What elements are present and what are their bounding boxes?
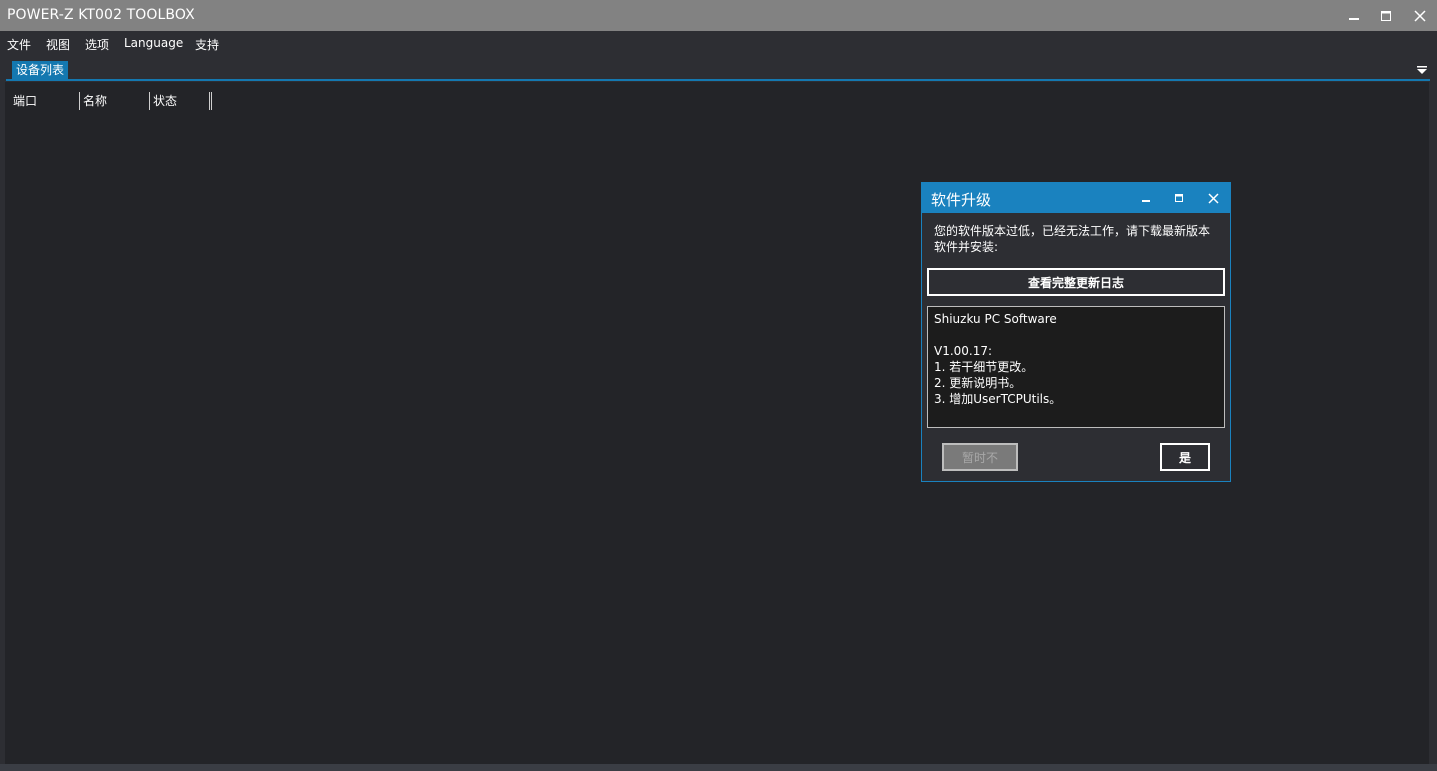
upgrade-dialog: 软件升级 您的软件版本过低，已经无法工作，请下载最新版本软件并安装: 查看完整更… bbox=[921, 182, 1231, 482]
column-separator[interactable] bbox=[149, 92, 150, 110]
menu-file[interactable]: 文件 bbox=[7, 36, 31, 53]
minimize-button[interactable] bbox=[1337, 0, 1371, 31]
maximize-icon bbox=[1381, 10, 1391, 21]
column-separator[interactable] bbox=[211, 92, 212, 110]
release-notes-line: 3. 增加UserTCPUtils。 bbox=[934, 392, 1062, 406]
dialog-title: 软件升级 bbox=[931, 191, 992, 209]
yes-button[interactable]: 是 bbox=[1160, 443, 1210, 471]
column-header-name[interactable]: 名称 bbox=[83, 92, 107, 110]
dropdown-menu-icon[interactable] bbox=[1416, 64, 1428, 76]
tab-underline bbox=[6, 79, 1430, 81]
status-strip bbox=[0, 764, 1437, 771]
release-notes-line: 1. 若干细节更改。 bbox=[934, 360, 1034, 374]
column-header-port[interactable]: 端口 bbox=[13, 92, 37, 110]
column-separator[interactable] bbox=[79, 92, 80, 110]
window-title: POWER-Z KT002 TOOLBOX bbox=[7, 7, 195, 23]
tab-device-list[interactable]: 设备列表 bbox=[12, 61, 69, 79]
close-button[interactable] bbox=[1403, 0, 1437, 31]
minimize-icon bbox=[1349, 17, 1359, 20]
close-icon bbox=[1414, 9, 1426, 22]
column-separator[interactable] bbox=[209, 92, 210, 110]
release-notes-line: Shiuzku PC Software bbox=[934, 312, 1057, 326]
not-now-button[interactable]: 暂时不 bbox=[942, 443, 1018, 471]
menu-bar: 文件 视图 选项 Language 支持 bbox=[0, 31, 1437, 57]
column-header-status[interactable]: 状态 bbox=[153, 92, 177, 110]
title-bar[interactable]: POWER-Z KT002 TOOLBOX bbox=[0, 0, 1437, 31]
release-notes-box[interactable]: Shiuzku PC Software V1.00.17: 1. 若干细节更改。… bbox=[927, 306, 1225, 428]
view-changelog-button[interactable]: 查看完整更新日志 bbox=[927, 268, 1225, 296]
release-notes-line: V1.00.17: bbox=[934, 344, 993, 358]
release-notes-line: 2. 更新说明书。 bbox=[934, 376, 1022, 390]
tab-strip: 设备列表 bbox=[0, 57, 1437, 81]
maximize-icon bbox=[1175, 194, 1183, 202]
dialog-message: 您的软件版本过低，已经无法工作，请下载最新版本软件并安装: bbox=[934, 224, 1211, 254]
dialog-title-bar[interactable]: 软件升级 bbox=[922, 183, 1230, 213]
dialog-minimize-button[interactable] bbox=[1131, 183, 1161, 213]
release-notes-line bbox=[934, 327, 1218, 343]
menu-language[interactable]: Language bbox=[124, 36, 183, 50]
menu-options[interactable]: 选项 bbox=[85, 36, 109, 53]
main-window: POWER-Z KT002 TOOLBOX 文件 视图 选项 Language … bbox=[0, 0, 1437, 771]
menu-support[interactable]: 支持 bbox=[195, 36, 219, 53]
minimize-icon bbox=[1142, 200, 1150, 202]
dialog-maximize-button[interactable] bbox=[1164, 183, 1194, 213]
maximize-button[interactable] bbox=[1369, 0, 1403, 31]
close-icon bbox=[1207, 192, 1219, 204]
menu-view[interactable]: 视图 bbox=[46, 36, 70, 53]
dialog-close-button[interactable] bbox=[1198, 183, 1228, 213]
